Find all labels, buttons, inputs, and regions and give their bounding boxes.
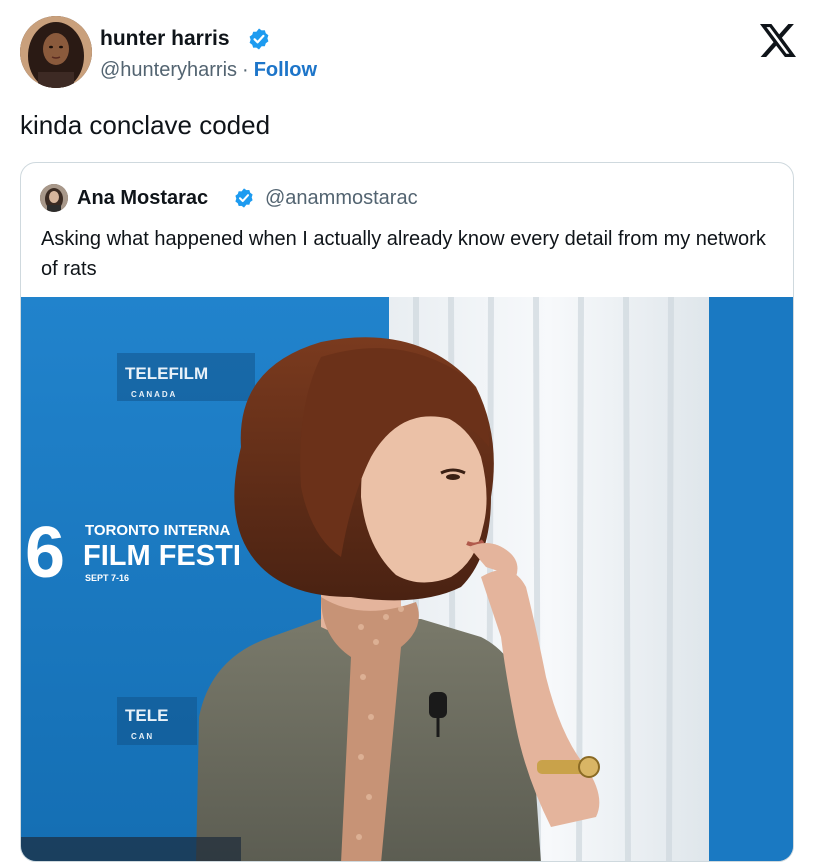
author-handle[interactable]: @hunteryharris	[100, 59, 237, 81]
quoted-author-handle: @anammostarac	[265, 187, 418, 209]
tweet-text: kinda conclave coded	[20, 110, 271, 140]
separator-dot: ·	[242, 59, 249, 81]
backdrop-festival-line2: FILM FESTI	[83, 540, 241, 572]
backdrop-logo2-line1: TELE	[125, 706, 168, 725]
backdrop-festival-dates: SEPT 7-16	[85, 573, 129, 583]
author-display-name[interactable]: hunter harris	[100, 27, 230, 51]
quoted-verified-badge-icon	[235, 188, 253, 208]
quoted-tweet[interactable]: Ana Mostarac @anammostarac Asking what h…	[20, 162, 794, 862]
quoted-tweet-text: Asking what happened when I actually alr…	[41, 228, 766, 280]
backdrop-festival-line1: TORONTO INTERNA	[85, 522, 230, 539]
backdrop-logo2-line2: C A N	[131, 732, 152, 741]
quoted-media-photo[interactable]: TELEFILM C A N A D A 6 TORONTO INTERNA F…	[21, 297, 793, 861]
follow-button[interactable]: Follow	[254, 59, 317, 81]
author-avatar[interactable]	[20, 16, 92, 88]
tweet-card: hunter harris @hunteryharris · Follow kind…	[0, 0, 816, 862]
backdrop-logo1-line2: C A N A D A	[131, 390, 176, 399]
backdrop-logo1-line1: TELEFILM	[125, 364, 208, 383]
x-logo-icon[interactable]	[760, 24, 796, 57]
author-handle-row: @hunteryharris · Follow	[100, 58, 317, 82]
quoted-author-avatar	[40, 184, 68, 212]
verified-badge-icon	[249, 28, 269, 50]
quoted-author-name: Ana Mostarac	[77, 187, 209, 209]
backdrop-festival-number: 6	[25, 513, 65, 593]
